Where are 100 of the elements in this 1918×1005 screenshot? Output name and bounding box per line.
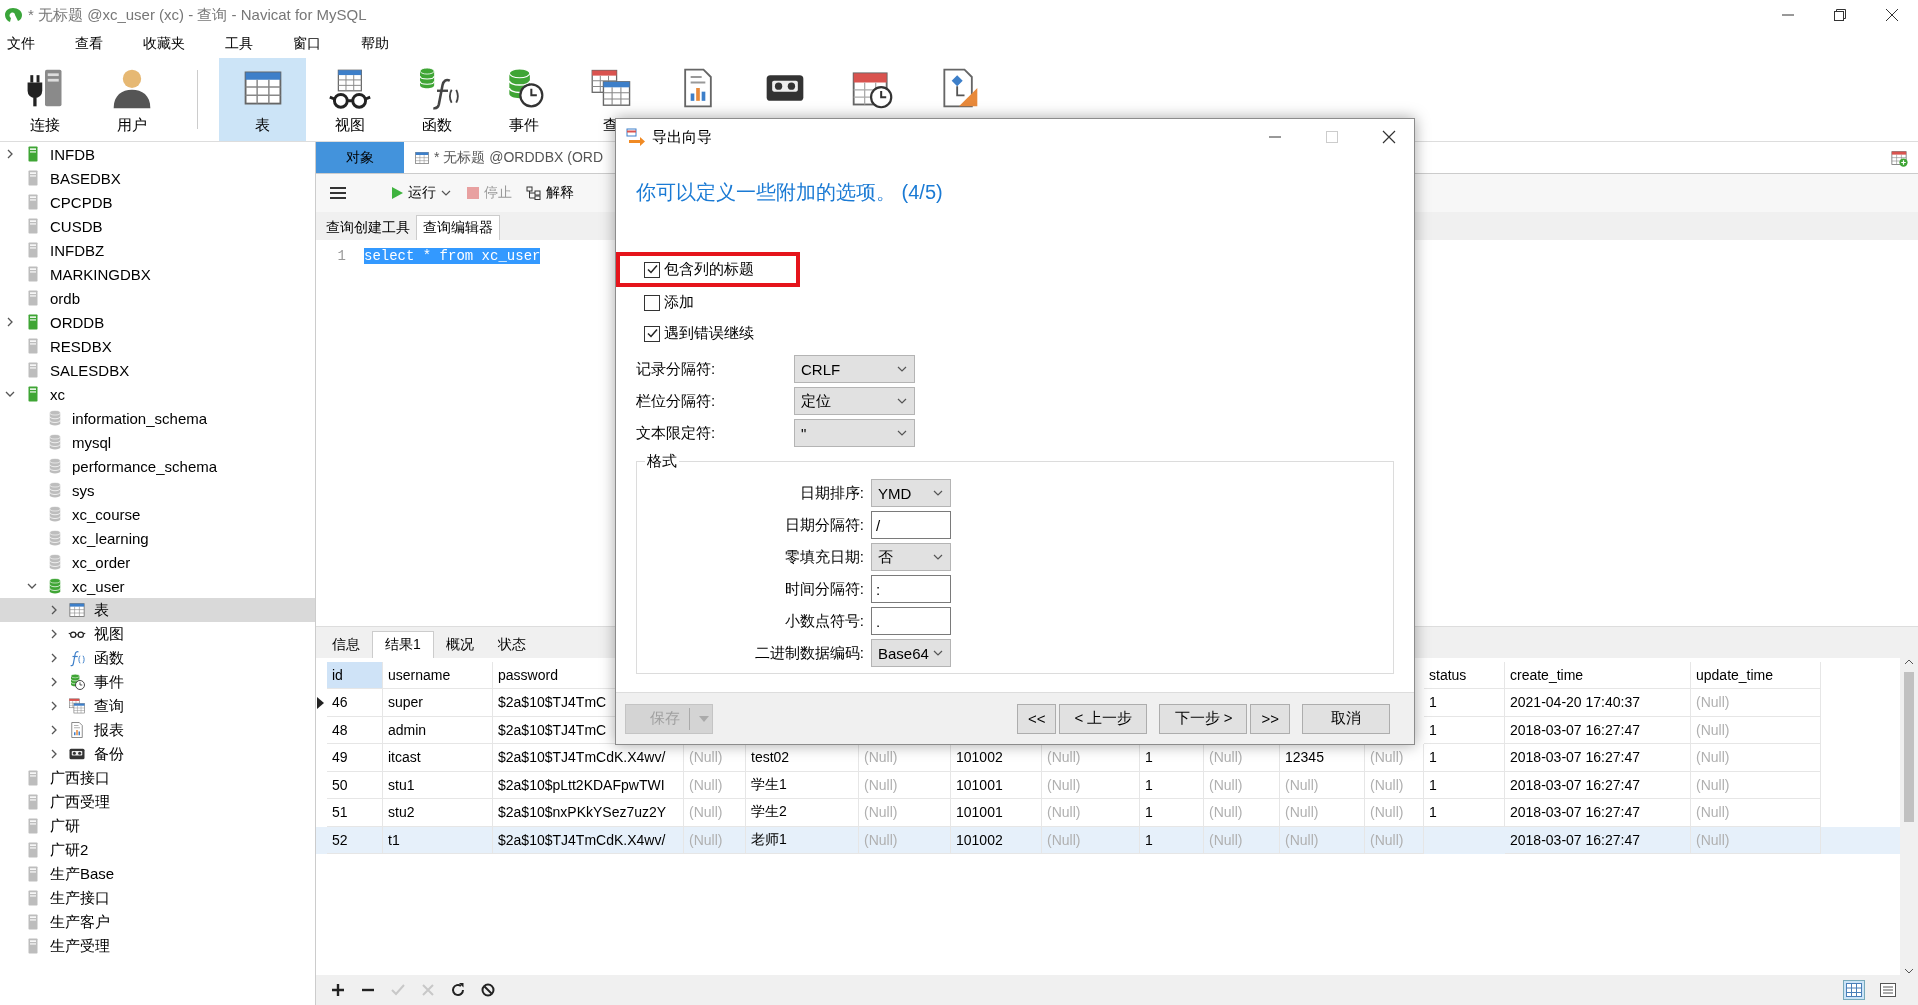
tree-item[interactable]: xc_order <box>0 550 315 574</box>
tree-item[interactable]: INFDB <box>0 142 315 166</box>
dropdown[interactable]: 定位 <box>794 387 915 415</box>
menu-item[interactable]: 帮助 <box>361 35 389 53</box>
tree-item[interactable]: 广西接口 <box>0 766 315 790</box>
tab[interactable]: 状态 <box>485 632 538 658</box>
tab[interactable]: 结果1 <box>372 631 434 658</box>
close-icon[interactable] <box>1382 130 1396 144</box>
prohibit-icon[interactable] <box>480 982 496 998</box>
table-cell: (Null) <box>1280 799 1365 827</box>
tree-item[interactable]: SALESDBX <box>0 358 315 382</box>
tree-item[interactable]: 广西受理 <box>0 790 315 814</box>
column-header[interactable]: update_time <box>1691 662 1821 689</box>
text-field[interactable]: / <box>871 511 951 539</box>
last-button[interactable]: >> <box>1250 703 1290 734</box>
form-view-button[interactable] <box>1878 981 1898 999</box>
menu-item[interactable]: 查看 <box>75 35 103 53</box>
dropdown[interactable]: 否 <box>871 543 951 571</box>
tree-item[interactable]: MARKINGDBX <box>0 262 315 286</box>
tree-item[interactable]: sys <box>0 478 315 502</box>
menu-item[interactable]: 工具 <box>225 35 253 53</box>
table-cell: $2a$10$pLtt2KDAFpwTWI <box>493 771 684 799</box>
table-cell: 52 <box>327 826 383 854</box>
close-icon[interactable] <box>1886 9 1898 21</box>
table-cell: $2a$10$TJ4TmCdK.X4wv/ <box>493 826 684 854</box>
tab[interactable]: 信息 <box>320 632 372 658</box>
tab[interactable]: 概况 <box>433 632 486 658</box>
tree-item[interactable]: CPCPDB <box>0 190 315 214</box>
tree-item[interactable]: RESDBX <box>0 334 315 358</box>
dropdown[interactable]: CRLF <box>794 355 915 383</box>
tree-item[interactable]: xc_user <box>0 574 315 598</box>
tree-item[interactable]: 生产客户 <box>0 910 315 934</box>
tree-item[interactable]: xc_course <box>0 502 315 526</box>
column-header[interactable]: username <box>383 662 493 689</box>
dropdown[interactable]: YMD <box>871 479 951 507</box>
checkbox[interactable]: 遇到错误继续 <box>644 324 754 343</box>
table-cell: 学生2 <box>746 799 859 827</box>
toolbar-button[interactable]: 事件 <box>480 58 567 141</box>
tab[interactable]: * 无标题 @ORDDBX (ORD <box>404 142 613 173</box>
report-icon <box>68 721 86 739</box>
tab[interactable]: 对象 <box>316 142 404 173</box>
table-cell: 1 <box>1140 771 1204 799</box>
table-plus-icon[interactable] <box>1890 148 1908 167</box>
plus-icon[interactable] <box>330 982 346 998</box>
tab[interactable]: 查询创建工具 <box>320 216 416 240</box>
column-header[interactable]: status <box>1424 662 1505 689</box>
restore-icon[interactable] <box>1834 9 1846 21</box>
tree-item[interactable]: 报表 <box>0 718 315 742</box>
toolbar-button[interactable]: 函数 <box>393 58 480 141</box>
column-header[interactable]: id <box>327 662 383 689</box>
toolbar-button[interactable]: 用户 <box>88 58 175 141</box>
cancel-button[interactable]: 取消 <box>1302 703 1390 734</box>
tree-item[interactable]: xc_learning <box>0 526 315 550</box>
dropdown[interactable]: Base64 <box>871 639 951 667</box>
tree-item[interactable]: CUSDB <box>0 214 315 238</box>
toolbar-button[interactable]: 查 <box>567 58 654 141</box>
tab[interactable]: 查询编辑器 <box>416 215 500 240</box>
text-field[interactable]: . <box>871 607 951 635</box>
run-button[interactable]: 运行 <box>390 184 452 202</box>
tree-item[interactable]: 广研 <box>0 814 315 838</box>
back-button[interactable]: < 上一步 <box>1059 703 1148 734</box>
grid-view-button[interactable] <box>1844 981 1864 999</box>
toolbar-button[interactable]: 连接 <box>1 58 88 141</box>
tree-item[interactable]: ordb <box>0 286 315 310</box>
menu-item[interactable]: 收藏夹 <box>143 35 185 53</box>
table-cell: 51 <box>327 799 383 827</box>
dropdown[interactable]: " <box>794 419 915 447</box>
checkbox[interactable]: 包含列的标题 <box>644 260 754 279</box>
tree-item[interactable]: performance_schema <box>0 454 315 478</box>
tree-item[interactable]: 表 <box>0 598 315 622</box>
scroll-up-icon[interactable] <box>1904 658 1914 666</box>
scroll-down-icon[interactable] <box>1904 967 1914 975</box>
tree-item[interactable]: mysql <box>0 430 315 454</box>
menu-item[interactable]: 文件 <box>7 35 35 53</box>
checkbox[interactable]: 添加 <box>644 293 694 312</box>
explain-button[interactable]: 解释 <box>526 184 574 202</box>
tree-item[interactable]: 广研2 <box>0 838 315 862</box>
menu-item[interactable]: 窗口 <box>293 35 321 53</box>
column-header[interactable]: create_time <box>1505 662 1691 689</box>
tree-item[interactable]: 备份 <box>0 742 315 766</box>
tree-item[interactable]: 生产接口 <box>0 886 315 910</box>
first-button[interactable]: << <box>1016 703 1057 734</box>
toolbar-button[interactable]: 视图 <box>306 58 393 141</box>
toolbar-button[interactable]: 表 <box>219 58 306 141</box>
tree-item[interactable]: 查询 <box>0 694 315 718</box>
tree-item[interactable]: 函数 <box>0 646 315 670</box>
tree-item[interactable]: 事件 <box>0 670 315 694</box>
text-field[interactable]: : <box>871 575 951 603</box>
tree-item[interactable]: 生产Base <box>0 862 315 886</box>
tree-item[interactable]: INFDBZ <box>0 238 315 262</box>
menu-icon[interactable] <box>330 186 346 200</box>
next-button[interactable]: 下一步 > <box>1159 703 1248 734</box>
tree-item[interactable]: information_schema <box>0 406 315 430</box>
tree-item[interactable]: xc <box>0 382 315 406</box>
tree-item[interactable]: BASEDBX <box>0 166 315 190</box>
tree-item[interactable]: ORDDB <box>0 310 315 334</box>
refresh-icon[interactable] <box>450 982 466 998</box>
tree-item[interactable]: 视图 <box>0 622 315 646</box>
table-cell: 1 <box>1140 826 1204 854</box>
tree-item[interactable]: 生产受理 <box>0 934 315 958</box>
